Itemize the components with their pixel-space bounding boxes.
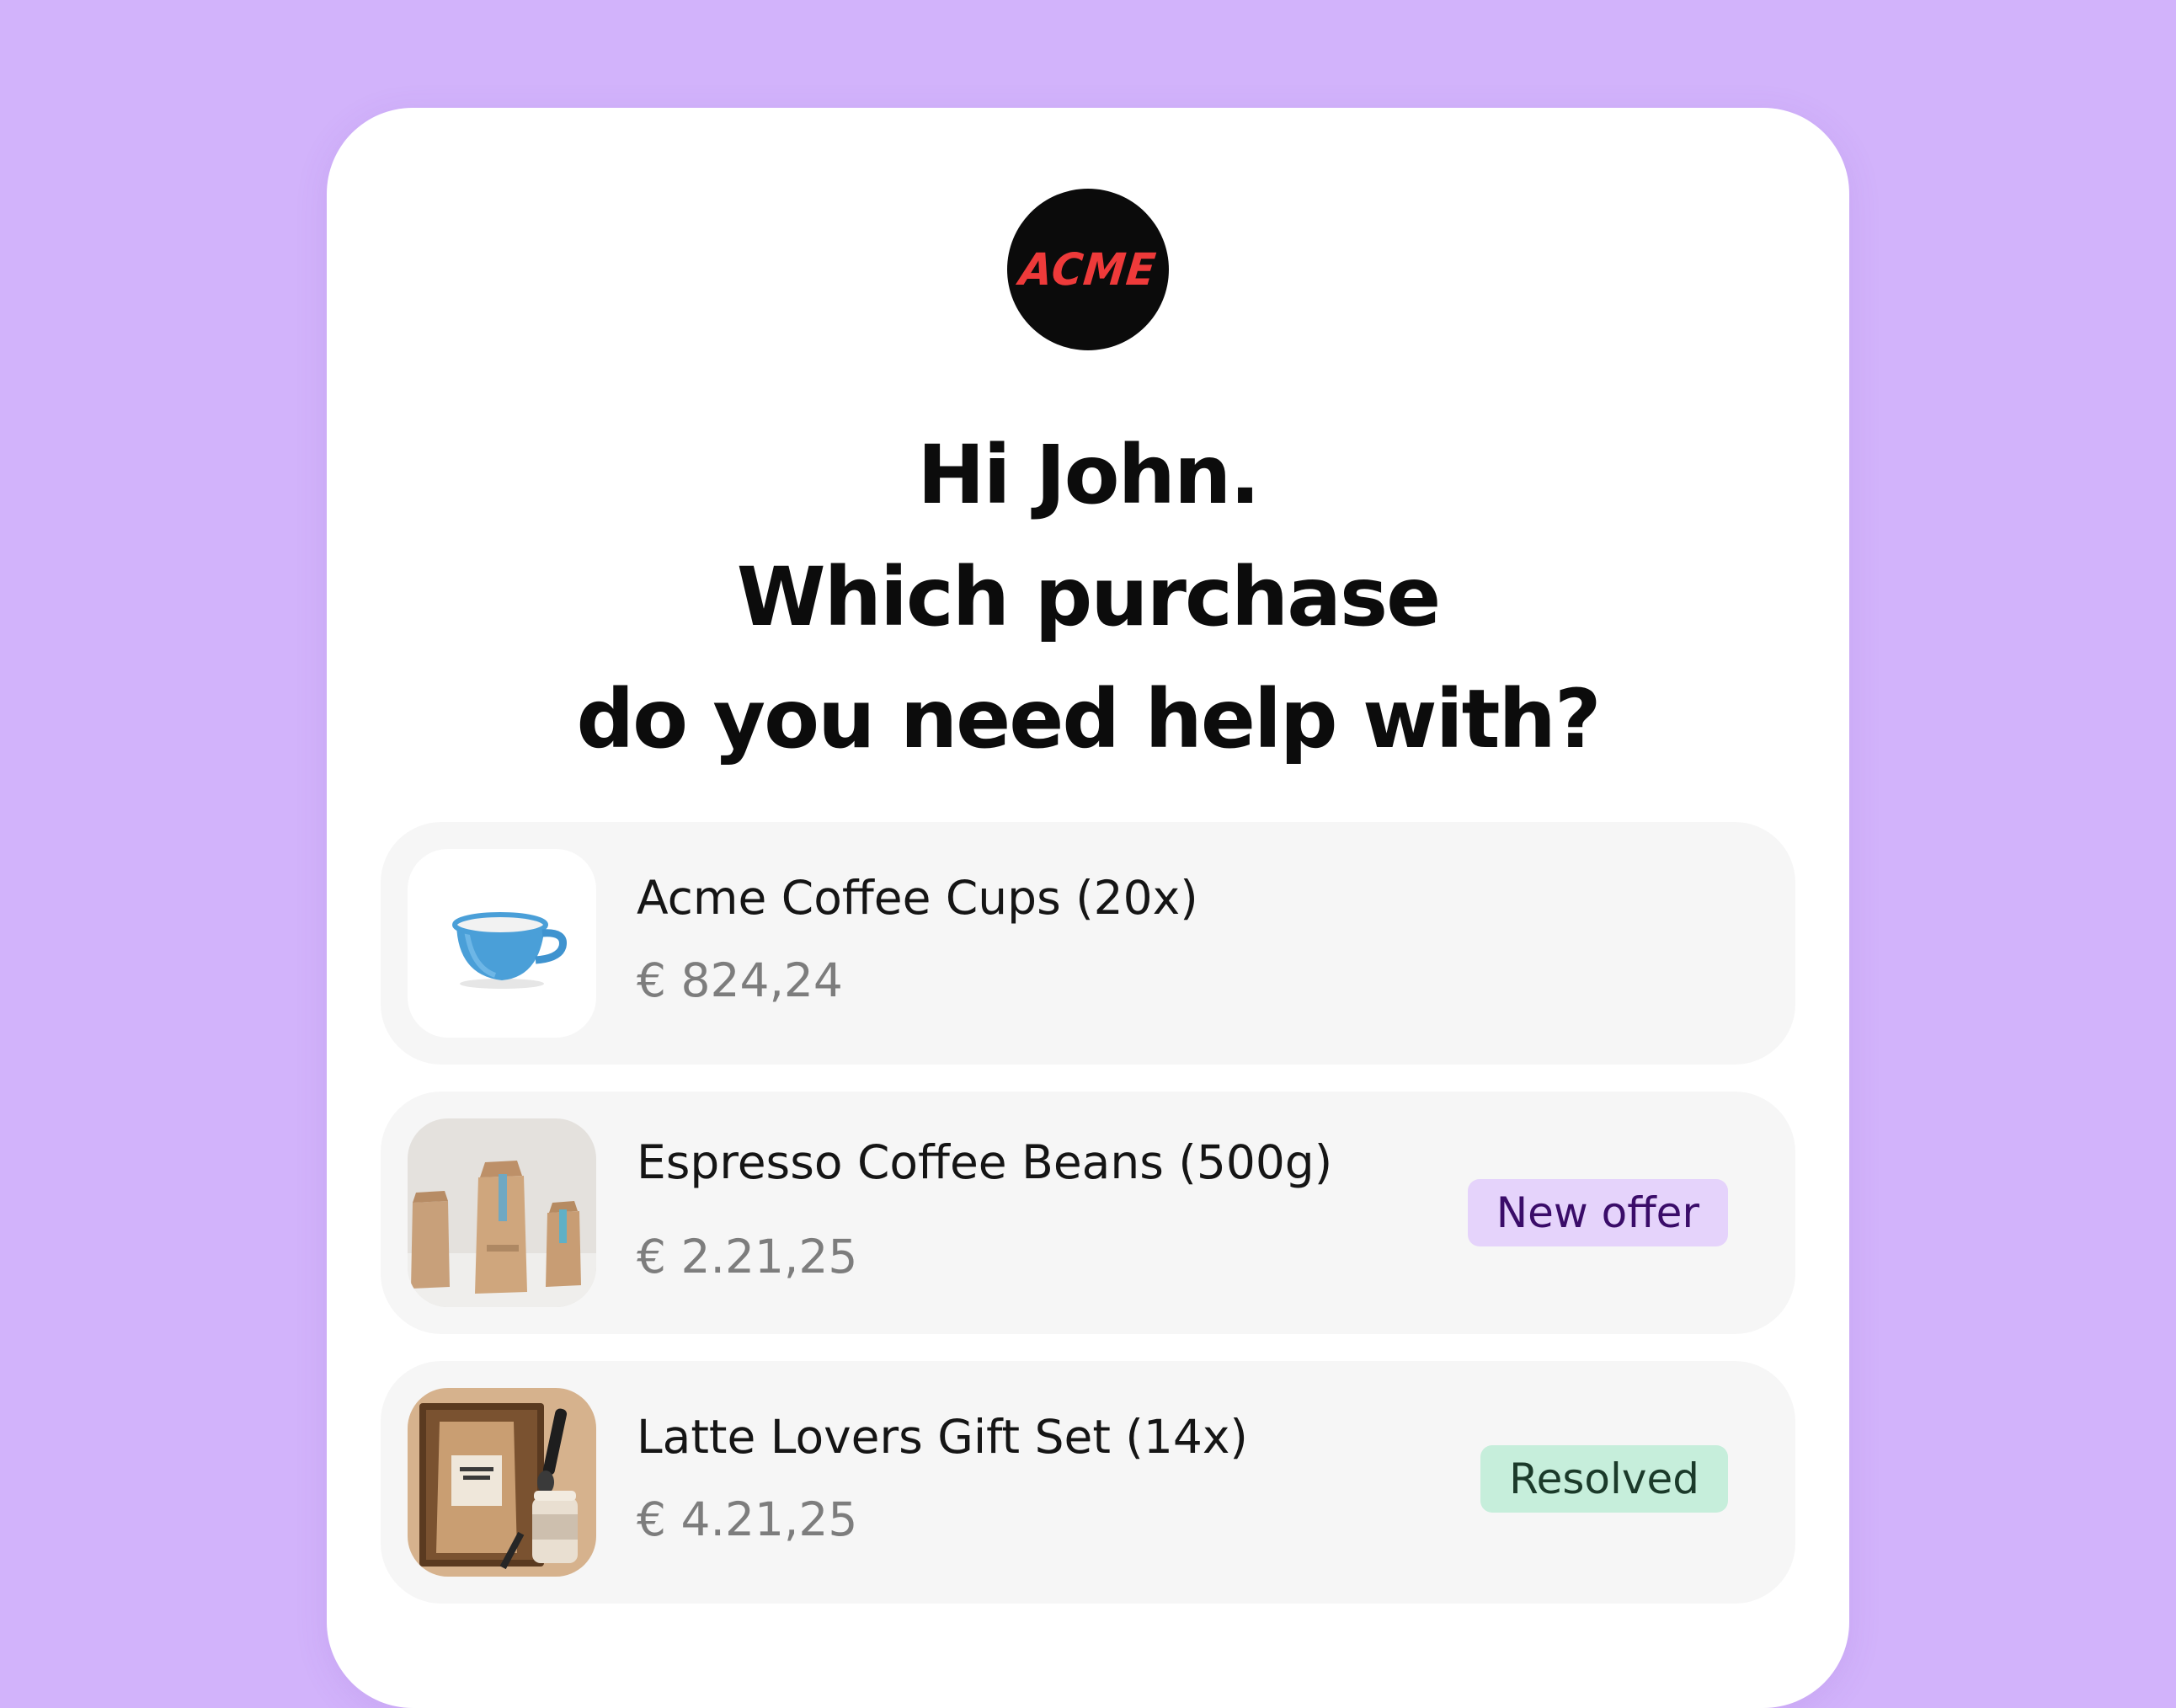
gift-set-image (408, 1388, 596, 1577)
coffee-bags-image (408, 1118, 596, 1307)
question-line-1: Which purchase (736, 550, 1442, 644)
purchase-title: Acme Coffee Cups (20x) (637, 871, 1198, 925)
purchase-price: € 4.21,25 (637, 1492, 858, 1546)
purchase-list: Acme Coffee Cups (20x) € 824,24 Espresso… (381, 822, 1795, 1631)
coffee-cup-image (408, 849, 596, 1038)
purchase-title: Latte Lovers Gift Set (14x) (637, 1410, 1248, 1464)
purchase-price: € 2.21,25 (637, 1230, 858, 1284)
purchase-help-card: ACME Hi John. Which purchase do you need… (327, 108, 1849, 1708)
acme-logo-text: ACME (1016, 243, 1160, 296)
new-offer-badge[interactable]: New offer (1467, 1179, 1728, 1246)
purchase-title: Espresso Coffee Beans (500g) (637, 1135, 1333, 1189)
resolved-badge[interactable]: Resolved (1480, 1445, 1728, 1513)
purchase-item-coffee-cups[interactable]: Acme Coffee Cups (20x) € 824,24 (381, 822, 1795, 1065)
question-line-2: do you need help with? (576, 672, 1601, 766)
purchase-item-espresso-beans[interactable]: Espresso Coffee Beans (500g) € 2.21,25 N… (381, 1092, 1795, 1334)
acme-logo: ACME (1007, 189, 1169, 350)
purchase-price: € 824,24 (637, 953, 843, 1007)
greeting-line: Hi John. (917, 428, 1261, 522)
page-title: Hi John. Which purchase do you need help… (327, 414, 1849, 781)
purchase-item-gift-set[interactable]: Latte Lovers Gift Set (14x) € 4.21,25 Re… (381, 1361, 1795, 1604)
